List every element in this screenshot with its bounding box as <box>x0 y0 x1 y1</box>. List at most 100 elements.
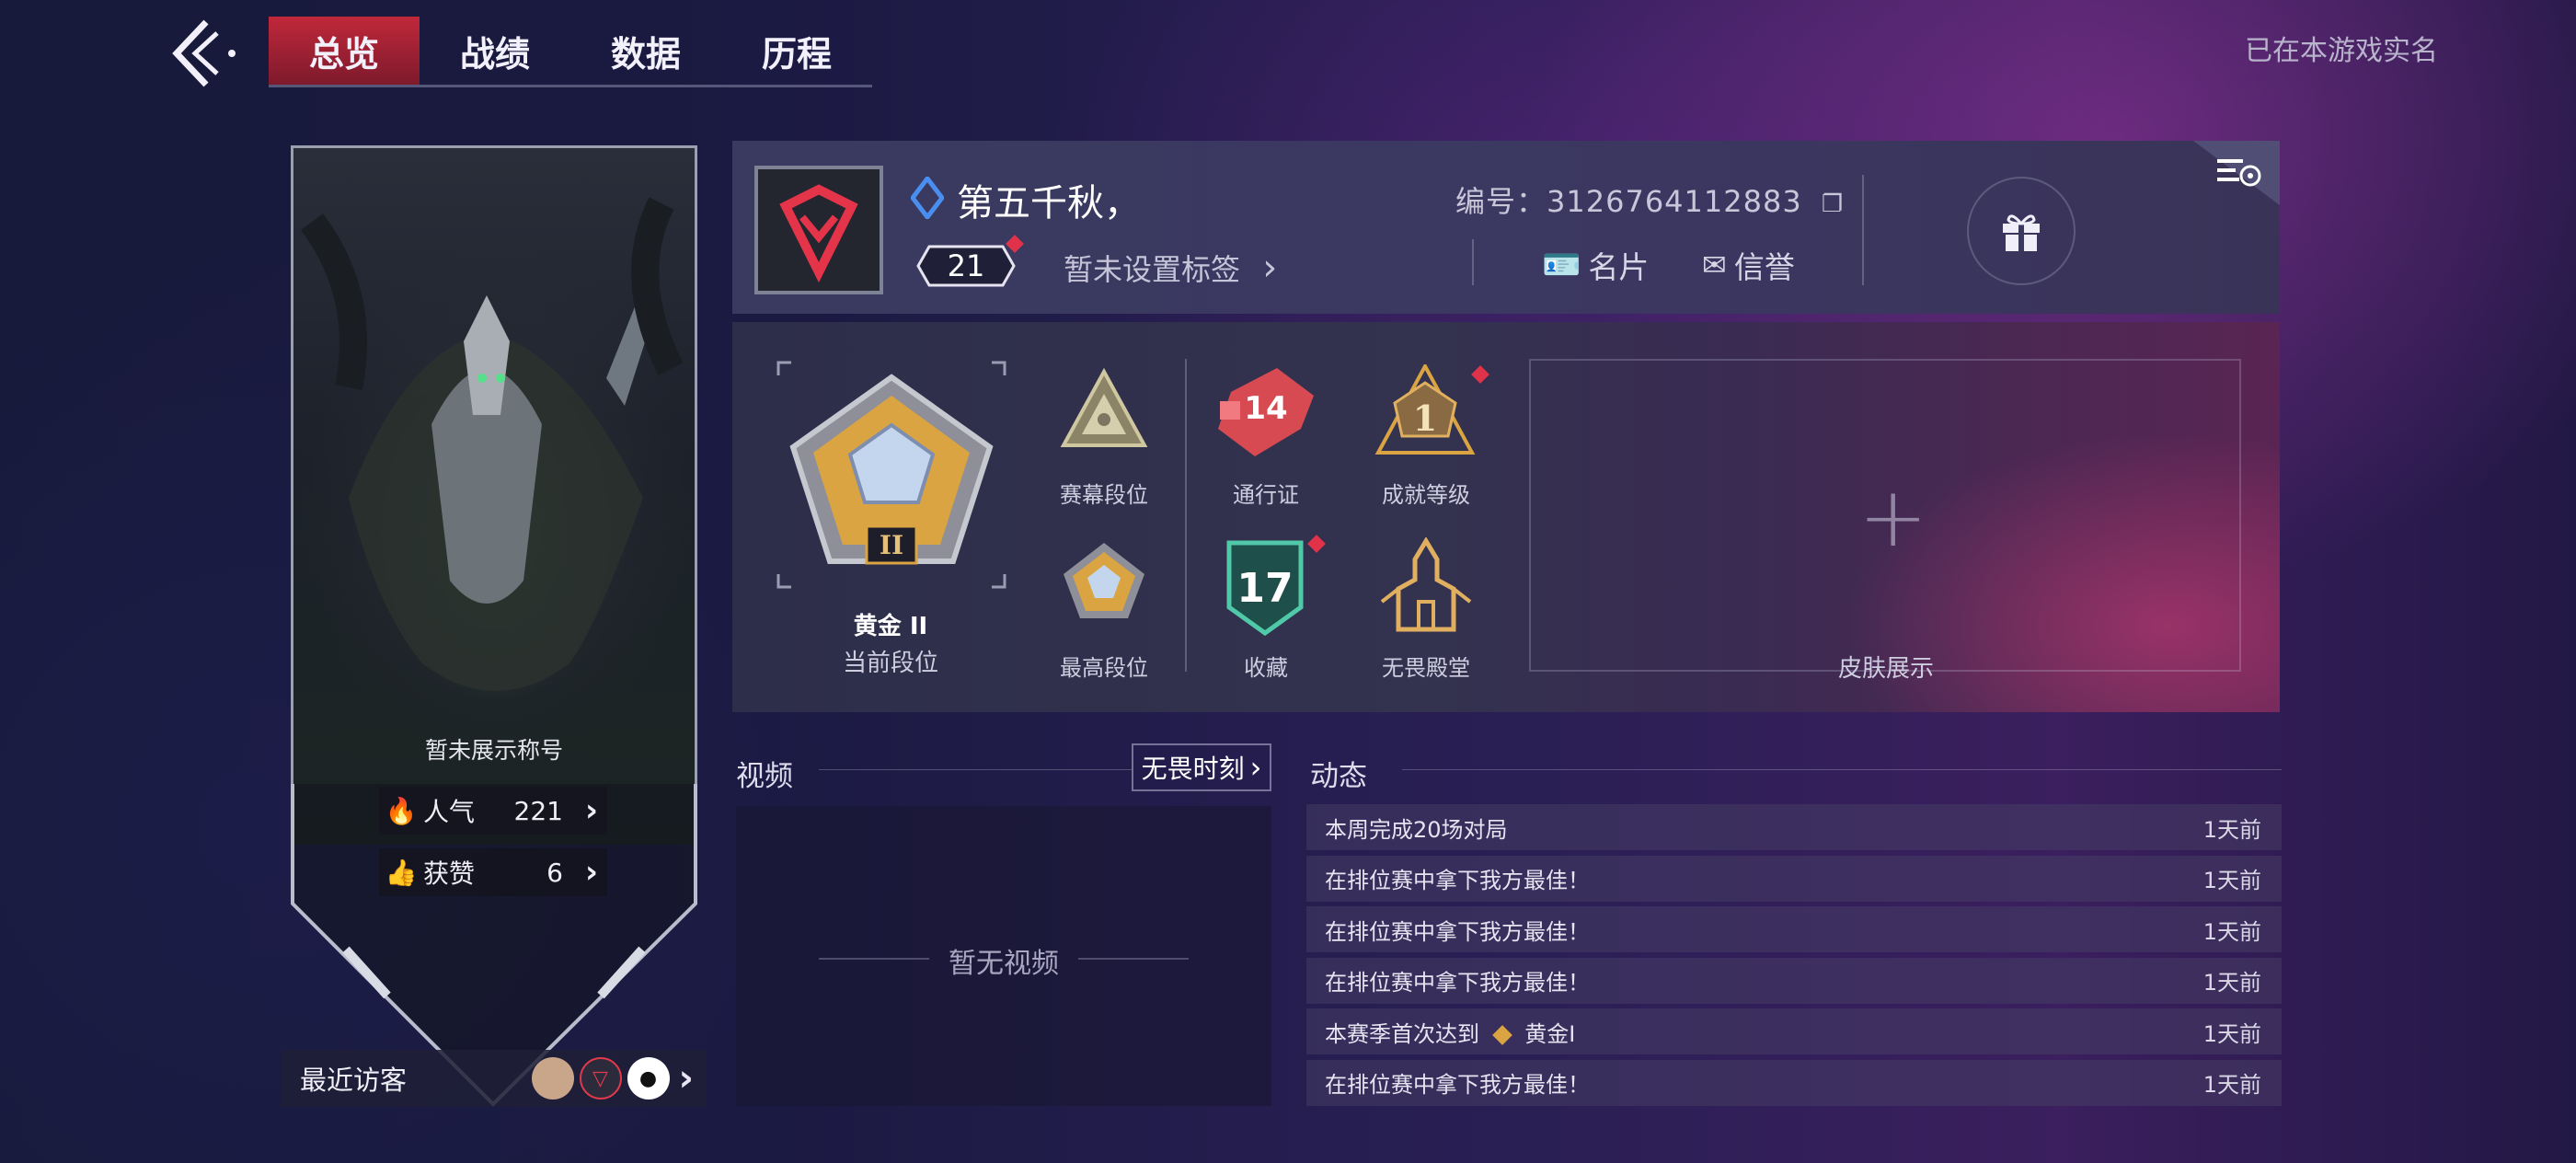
popularity-value: 221 <box>513 795 563 826</box>
no-video-text: 暂无视频 <box>949 948 1059 980</box>
player-level[interactable]: 21 <box>916 245 1016 287</box>
add-skin-plus-icon[interactable]: + <box>1858 469 1927 566</box>
chevron-right-icon: › <box>1262 247 1278 289</box>
tab-overview[interactable]: 总览 <box>269 17 420 85</box>
highest-rank-emblem[interactable] <box>1060 539 1148 628</box>
hall-building-icon[interactable] <box>1378 537 1474 633</box>
current-rank-label: 当前段位 <box>842 650 938 677</box>
highest-rank-label: 最高段位 <box>1060 655 1148 681</box>
back-arrow-icon <box>172 19 236 87</box>
shield-check-icon: ✉ <box>1702 248 1727 282</box>
season-rank-label: 赛幕段位 <box>1060 482 1148 508</box>
divider <box>1472 239 1474 285</box>
feed-item-text: 本赛季首次达到 黄金I <box>1306 1016 2203 1048</box>
player-name: 第五千秋， <box>957 182 1141 225</box>
skin-showcase-label: 皮肤展示 <box>1837 655 1934 683</box>
feed-item-text: 在排位赛中拿下我方最佳！ <box>1325 970 1590 996</box>
collection-badge-icon[interactable]: 17 <box>1224 537 1306 639</box>
fearless-moments-label: 无畏时刻 <box>1141 754 1245 784</box>
likes-value: 6 <box>546 857 563 888</box>
player-id: 编号：3126764112883 ❐ <box>1455 178 1844 221</box>
feed-item-rank: 黄金I <box>1524 1020 1576 1047</box>
svg-text:II: II <box>880 530 903 560</box>
player-tag[interactable]: 暂未设置标签 › <box>1064 247 1277 289</box>
copy-icon[interactable]: ❐ <box>1822 190 1844 218</box>
feed-item-text: 在排位赛中拿下我方最佳！ <box>1325 868 1590 894</box>
current-rank-tier: 黄金 II <box>853 613 928 640</box>
fire-icon: 🔥 <box>385 795 418 826</box>
fearless-moments-button[interactable]: 无畏时刻 › <box>1132 743 1271 791</box>
visitor-avatar[interactable]: ● <box>627 1057 670 1100</box>
divider <box>1185 359 1187 672</box>
season-rank-emblem[interactable] <box>1060 368 1148 451</box>
feed-item[interactable]: 在排位赛中拿下我方最佳！ 1天前 <box>1306 957 2282 1004</box>
battle-pass-label: 通行证 <box>1233 482 1299 508</box>
visitor-avatar[interactable] <box>531 1057 574 1100</box>
feed-item-time: 1天前 <box>2202 918 2261 945</box>
chevron-right-icon: › <box>678 1057 694 1100</box>
player-avatar[interactable] <box>754 166 883 294</box>
gold-rank-emblem[interactable]: II <box>786 372 997 574</box>
feed-item[interactable]: 在排位赛中拿下我方最佳！ 1天前 <box>1306 906 2282 953</box>
visitor-avatar[interactable]: ▽ <box>579 1057 622 1100</box>
video-section-title: 视频 <box>736 760 793 793</box>
gift-icon <box>2003 214 2040 251</box>
hall-label: 无畏殿堂 <box>1382 655 1470 681</box>
gold-rank-small-icon <box>1491 1024 1512 1045</box>
credit-label: 信誉 <box>1733 249 1795 285</box>
gift-button[interactable] <box>1967 177 2076 285</box>
feed-list: 本周完成20场对局 1天前 在排位赛中拿下我方最佳！ 1天前 在排位赛中拿下我方… <box>1306 804 2282 1111</box>
feed-item-time: 1天前 <box>2202 1020 2261 1047</box>
hero-title-text: 暂未展示称号 <box>424 737 563 764</box>
chevron-right-icon: › <box>1249 750 1262 785</box>
divider <box>1862 175 1864 285</box>
feed-item-time: 1天前 <box>2202 868 2261 894</box>
thumbs-up-icon: 👍 <box>385 857 418 888</box>
likes-stat[interactable]: 👍 获赞 6 › <box>379 848 607 896</box>
feed-item-text-prefix: 本赛季首次达到 <box>1325 1020 1479 1047</box>
feed-item-time: 1天前 <box>2202 816 2261 843</box>
tab-data[interactable]: 数据 <box>570 17 721 85</box>
feed-item-text: 在排位赛中拿下我方最佳！ <box>1325 1072 1590 1099</box>
feed-item[interactable]: 在排位赛中拿下我方最佳！ 1天前 <box>1306 1059 2282 1106</box>
achievement-level: 1 <box>1413 397 1437 439</box>
list-settings-icon <box>2193 141 2280 205</box>
likes-label: 获赞 <box>423 858 476 889</box>
tab-history[interactable]: 历程 <box>721 17 872 85</box>
feed-item[interactable]: 在排位赛中拿下我方最佳！ 1天前 <box>1306 855 2282 902</box>
feed-item-text: 本周完成20场对局 <box>1325 816 1508 843</box>
collection-label: 收藏 <box>1244 655 1288 681</box>
divider <box>1402 769 2282 770</box>
feed-item[interactable]: 本周完成20场对局 1天前 <box>1306 804 2282 850</box>
business-card-button[interactable]: 🪪 名片 <box>1542 243 1649 287</box>
recent-visitors-label: 最近访客 <box>300 1065 408 1096</box>
team-logo-icon <box>779 184 858 283</box>
feed-section-title: 动态 <box>1310 760 1367 793</box>
player-id-label: 编号： <box>1455 184 1547 219</box>
diamond-rank-icon <box>911 177 944 219</box>
player-tag-label: 暂未设置标签 <box>1064 252 1241 287</box>
chevron-right-icon: › <box>584 792 598 829</box>
chevron-right-icon: › <box>584 854 598 891</box>
achievement-level-label: 成就等级 <box>1382 482 1470 508</box>
popularity-stat[interactable]: 🔥 人气 221 › <box>379 787 607 835</box>
battle-pass-level: 14 <box>1244 390 1288 427</box>
back-button[interactable] <box>166 17 239 90</box>
hero-banner-frame <box>291 784 697 1107</box>
feed-item-time: 1天前 <box>2202 970 2261 996</box>
feed-item-text: 在排位赛中拿下我方最佳！ <box>1325 918 1590 945</box>
player-id-value: 3126764112883 <box>1547 184 1802 219</box>
feed-item-time: 1天前 <box>2202 1072 2261 1099</box>
divider <box>819 769 1132 770</box>
popularity-label: 人气 <box>423 797 476 827</box>
achievement-level-icon[interactable]: 1 <box>1374 364 1476 460</box>
realname-status: 已在本游戏实名 <box>2245 35 2438 67</box>
collection-count: 17 <box>1236 565 1293 612</box>
nav-tabs: 总览 战绩 数据 历程 <box>269 17 872 87</box>
tab-match-record[interactable]: 战绩 <box>420 17 570 85</box>
recent-visitors[interactable]: 最近访客 ▽ ● › <box>282 1050 707 1107</box>
display-settings-button[interactable] <box>2193 141 2280 205</box>
id-card-icon: 🪪 <box>1542 247 1581 283</box>
feed-item[interactable]: 本赛季首次达到 黄金I 1天前 <box>1306 1008 2282 1055</box>
credit-button[interactable]: ✉ 信誉 <box>1702 243 1795 287</box>
